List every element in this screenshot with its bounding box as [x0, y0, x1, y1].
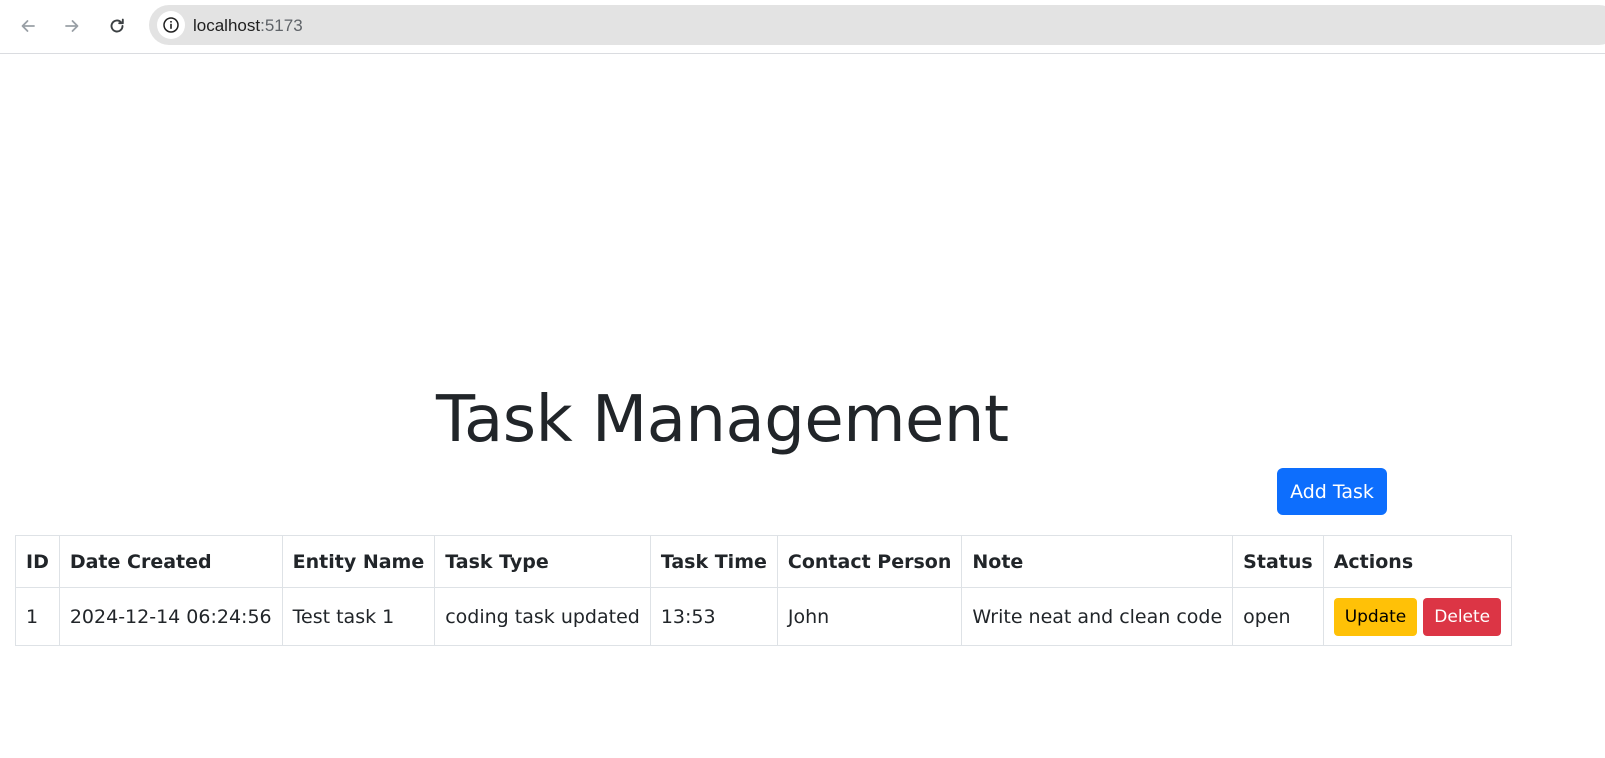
- cell-contact-person: John: [776, 587, 963, 646]
- header-date-created: Date Created: [58, 535, 283, 588]
- header-note: Note: [961, 535, 1234, 588]
- header-task-type: Task Type: [434, 535, 651, 588]
- url-host: localhost: [193, 16, 261, 35]
- url-port: :5173: [260, 16, 303, 35]
- header-actions: Actions: [1322, 535, 1513, 588]
- page-title: Task Management: [436, 383, 1009, 457]
- header-status: Status: [1232, 535, 1324, 588]
- delete-button[interactable]: Delete: [1423, 597, 1502, 636]
- header-contact-person: Contact Person: [776, 535, 963, 588]
- forward-arrow-icon: [65, 20, 79, 32]
- address-bar[interactable]: localhost:5173: [149, 5, 1605, 45]
- cell-status: open: [1232, 587, 1324, 646]
- cell-note: Write neat and clean code: [961, 587, 1234, 646]
- cell-date-created: 2024-12-14 06:24:56: [58, 587, 283, 646]
- site-info-button[interactable]: [157, 11, 185, 39]
- url-text[interactable]: localhost:5173: [193, 16, 303, 36]
- cell-actions: Update Delete: [1322, 587, 1513, 646]
- table-row: 1 2024-12-14 06:24:56 Test task 1 coding…: [15, 587, 1513, 646]
- add-task-button[interactable]: Add Task: [1277, 468, 1387, 515]
- cell-task-type: coding task updated: [434, 587, 651, 646]
- header-task-time: Task Time: [649, 535, 778, 588]
- info-icon: [163, 17, 179, 33]
- header-entity-name: Entity Name: [281, 535, 436, 588]
- cell-entity-name: Test task 1: [281, 587, 436, 646]
- back-arrow-icon: [21, 20, 35, 32]
- back-button[interactable]: [12, 10, 44, 42]
- reload-icon: [110, 18, 124, 33]
- forward-button[interactable]: [56, 10, 88, 42]
- cell-id: 1: [15, 587, 60, 646]
- update-button[interactable]: Update: [1333, 597, 1418, 636]
- browser-toolbar: localhost:5173: [0, 0, 1605, 54]
- table-header-row: ID Date Created Entity Name Task Type Ta…: [15, 535, 1513, 588]
- header-id: ID: [15, 535, 60, 588]
- cell-task-time: 13:53: [649, 587, 778, 646]
- tasks-table: ID Date Created Entity Name Task Type Ta…: [15, 535, 1513, 646]
- reload-button[interactable]: [101, 10, 133, 42]
